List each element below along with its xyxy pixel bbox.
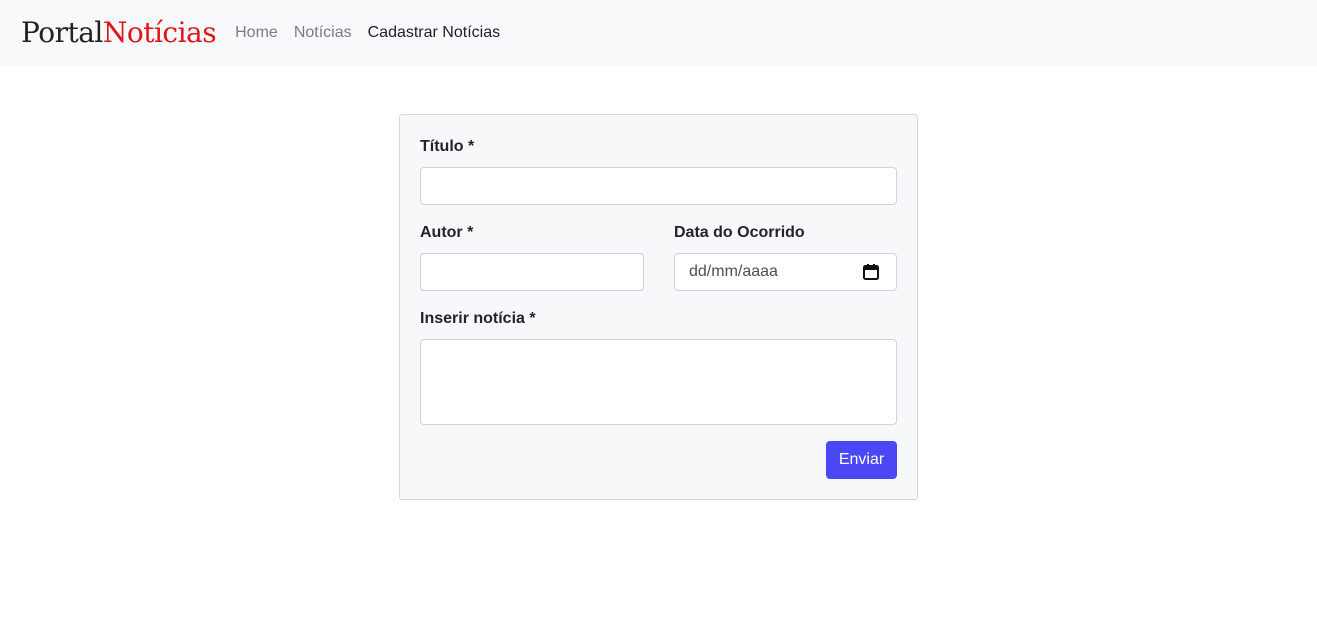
brand-logo[interactable]: Portal Notícias	[21, 16, 217, 49]
nav-link-home[interactable]: Home	[235, 24, 278, 42]
calendar-icon[interactable]	[862, 263, 880, 281]
data-label: Data do Ocorrido	[674, 224, 805, 241]
date-placeholder: dd/mm/aaaa	[689, 263, 778, 280]
data-input[interactable]: dd/mm/aaaa	[674, 253, 897, 291]
brand-noticias: Notícias	[102, 16, 217, 49]
nav-link-noticias[interactable]: Notícias	[294, 24, 352, 42]
noticia-textarea[interactable]	[420, 339, 897, 425]
news-form-card: Título * Autor * Data do Ocorrido dd/mm/…	[399, 114, 918, 500]
brand-portal: Portal	[21, 16, 103, 49]
navbar: Portal Notícias Home Notícias Cadastrar …	[0, 0, 1317, 66]
enviar-button[interactable]: Enviar	[826, 441, 897, 479]
titulo-input[interactable]	[420, 167, 897, 205]
titulo-label: Título *	[420, 138, 475, 155]
noticia-label: Inserir notícia *	[420, 310, 536, 327]
autor-label: Autor *	[420, 224, 474, 241]
nav-link-cadastrar-noticias[interactable]: Cadastrar Notícias	[368, 24, 501, 42]
autor-input[interactable]	[420, 253, 644, 291]
